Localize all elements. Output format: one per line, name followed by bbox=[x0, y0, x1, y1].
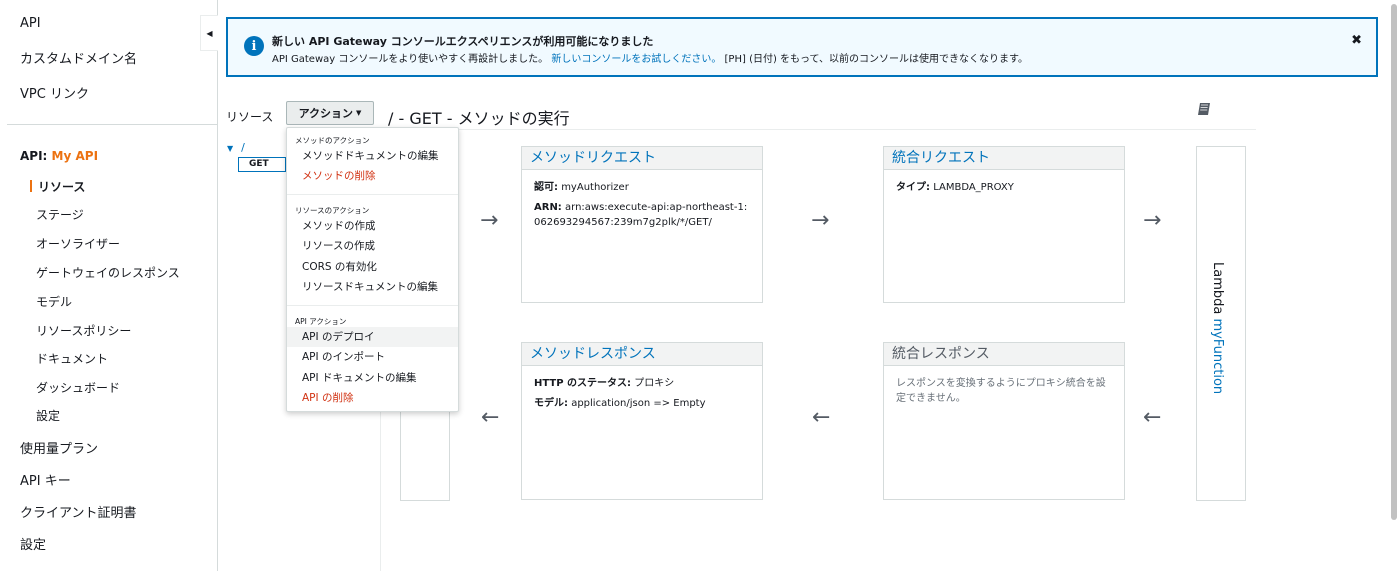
method-request-auth: 認可: myAuthorizer bbox=[534, 180, 750, 195]
menu-item-import-api[interactable]: API のインポート bbox=[287, 347, 458, 367]
sidebar-item-models[interactable]: モデル bbox=[36, 293, 72, 310]
menu-item-edit-api-docs[interactable]: API ドキュメントの編集 bbox=[287, 368, 458, 388]
sidebar-item-documentation[interactable]: ドキュメント bbox=[36, 350, 108, 367]
scrollbar-thumb[interactable] bbox=[1391, 4, 1397, 520]
arn-value: arn:aws:execute-api:ap-northeast-1:06269… bbox=[534, 202, 748, 228]
banner-text-before: API Gateway コンソールをより使いやすく再設計しました。 bbox=[272, 54, 549, 65]
info-banner: i 新しい API Gateway コンソールエクスペリエンスが利用可能になりま… bbox=[226, 17, 1378, 77]
info-icon: i bbox=[244, 36, 264, 56]
sidebar-item-api-settings[interactable]: 設定 bbox=[36, 407, 60, 424]
book-icon[interactable] bbox=[1197, 102, 1213, 120]
sidebar-item-settings[interactable]: 設定 bbox=[20, 534, 46, 553]
sidebar-item-vpc-link[interactable]: VPC リンク bbox=[20, 83, 89, 102]
triangle-down-icon: ▼ bbox=[227, 144, 234, 153]
arrow-right-icon: → bbox=[480, 208, 499, 233]
actions-button[interactable]: アクション ▼ bbox=[286, 101, 374, 125]
api-label[interactable]: API: My API bbox=[20, 149, 98, 163]
model-label: モデル: bbox=[534, 398, 568, 409]
sidebar-item-api[interactable]: API bbox=[20, 16, 41, 31]
actions-button-label: アクション bbox=[298, 107, 354, 120]
auth-label: 認可: bbox=[534, 182, 558, 193]
sidebar-item-client-certificates[interactable]: クライアント証明書 bbox=[20, 502, 136, 521]
integration-request-box: 統合リクエスト タイプ: LAMBDA_PROXY bbox=[883, 146, 1125, 303]
menu-item-deploy-api[interactable]: API のデプロイ bbox=[287, 327, 458, 347]
sidebar-item-authorizers[interactable]: オーソライザー bbox=[36, 235, 120, 252]
auth-value: myAuthorizer bbox=[561, 182, 629, 193]
sidebar-divider bbox=[7, 124, 218, 125]
try-new-console-link[interactable]: 新しいコンソールをお試しください。 bbox=[551, 54, 721, 65]
tree-root-label: / bbox=[241, 141, 245, 154]
sidebar-item-dashboard[interactable]: ダッシュボード bbox=[36, 379, 120, 396]
collapse-sidebar-button[interactable]: ◀ bbox=[200, 15, 218, 51]
menu-item-delete-method[interactable]: メソッドの削除 bbox=[287, 166, 458, 186]
status-value: プロキシ bbox=[634, 378, 675, 389]
menu-item-edit-resource-docs[interactable]: リソースドキュメントの編集 bbox=[287, 277, 458, 297]
sidebar-item-resource-policy[interactable]: リソースポリシー bbox=[36, 322, 131, 339]
model-value: application/json => Empty bbox=[571, 398, 706, 409]
sidebar: API カスタムドメイン名 VPC リンク API: My API リソース ス… bbox=[0, 0, 218, 571]
arn-label: ARN: bbox=[534, 202, 562, 213]
sidebar-item-gateway-responses[interactable]: ゲートウェイのレスポンス bbox=[36, 264, 180, 281]
menu-separator bbox=[287, 194, 458, 195]
method-response-title[interactable]: メソッドレスポンス bbox=[522, 343, 762, 366]
sidebar-item-api-keys[interactable]: API キー bbox=[20, 470, 71, 489]
type-value: LAMBDA_PROXY bbox=[933, 182, 1014, 193]
active-indicator bbox=[30, 180, 32, 192]
caret-down-icon: ▼ bbox=[356, 109, 362, 117]
menu-item-enable-cors[interactable]: CORS の有効化 bbox=[287, 257, 458, 277]
menu-group-method-actions: メソッドのアクション bbox=[295, 136, 370, 145]
close-icon[interactable]: ✖ bbox=[1351, 33, 1362, 48]
chevron-left-icon: ◀ bbox=[206, 28, 213, 38]
resources-label: リソース bbox=[226, 110, 274, 124]
integration-response-box: 統合レスポンス レスポンスを変換するようにプロキシ統合を設定できません。 bbox=[883, 342, 1125, 500]
menu-group-resource-actions: リソースのアクション bbox=[295, 206, 370, 215]
lambda-function-label: Lambda myFunction bbox=[1210, 262, 1225, 394]
arrow-left-icon: ← bbox=[1143, 405, 1162, 430]
arrow-right-icon: → bbox=[1143, 208, 1162, 233]
method-request-arn: ARN: arn:aws:execute-api:ap-northeast-1:… bbox=[534, 200, 750, 230]
menu-item-create-method[interactable]: メソッドの作成 bbox=[287, 216, 458, 236]
menu-item-delete-api[interactable]: API の削除 bbox=[287, 388, 458, 408]
banner-text-after: [PH] (日付) をもって、以前のコンソールは使用できなくなります。 bbox=[724, 54, 1029, 65]
arrow-left-icon: ← bbox=[812, 405, 831, 430]
arrow-left-icon: ← bbox=[481, 405, 500, 430]
arrow-right-icon: → bbox=[811, 208, 830, 233]
tree-method-get[interactable]: GET bbox=[238, 157, 286, 172]
menu-item-edit-method-docs[interactable]: メソッドドキュメントの編集 bbox=[287, 146, 458, 166]
api-prefix: API: bbox=[20, 149, 48, 163]
api-name: My API bbox=[51, 149, 99, 163]
menu-item-create-resource[interactable]: リソースの作成 bbox=[287, 236, 458, 256]
actions-dropdown-menu: メソッドのアクション メソッドドキュメントの編集 メソッドの削除 リソースのアク… bbox=[286, 127, 459, 412]
integration-request-type: タイプ: LAMBDA_PROXY bbox=[896, 180, 1112, 195]
tree-root-resource[interactable]: ▼ / bbox=[227, 141, 245, 154]
sidebar-item-resources[interactable]: リソース bbox=[38, 178, 85, 195]
method-response-box: メソッドレスポンス HTTP のステータス: プロキシ モデル: applica… bbox=[521, 342, 763, 500]
integration-response-note: レスポンスを変換するようにプロキシ統合を設定できません。 bbox=[896, 378, 1106, 404]
sidebar-item-usage-plans[interactable]: 使用量プラン bbox=[20, 438, 98, 457]
banner-title: 新しい API Gateway コンソールエクスペリエンスが利用可能になりました bbox=[272, 35, 654, 48]
integration-request-title[interactable]: 統合リクエスト bbox=[884, 147, 1124, 170]
type-label: タイプ: bbox=[896, 182, 930, 193]
integration-response-title: 統合レスポンス bbox=[884, 343, 1124, 366]
page-title: / - GET - メソッドの実行 bbox=[388, 109, 570, 128]
method-response-model: モデル: application/json => Empty bbox=[534, 396, 750, 411]
status-label: HTTP のステータス: bbox=[534, 378, 632, 389]
header-divider bbox=[388, 129, 1256, 130]
method-request-title[interactable]: メソッドリクエスト bbox=[522, 147, 762, 170]
sidebar-item-custom-domain[interactable]: カスタムドメイン名 bbox=[20, 48, 137, 67]
menu-separator bbox=[287, 305, 458, 306]
method-response-status: HTTP のステータス: プロキシ bbox=[534, 376, 750, 391]
method-request-box: メソッドリクエスト 認可: myAuthorizer ARN: arn:aws:… bbox=[521, 146, 763, 303]
sidebar-item-stages[interactable]: ステージ bbox=[36, 206, 84, 223]
lambda-prefix: Lambda bbox=[1210, 262, 1225, 315]
lambda-function-link[interactable]: myFunction bbox=[1210, 318, 1225, 394]
banner-text: API Gateway コンソールをより使いやすく再設計しました。 新しいコンソ… bbox=[272, 50, 1028, 65]
menu-group-api-actions: API アクション bbox=[295, 317, 347, 326]
